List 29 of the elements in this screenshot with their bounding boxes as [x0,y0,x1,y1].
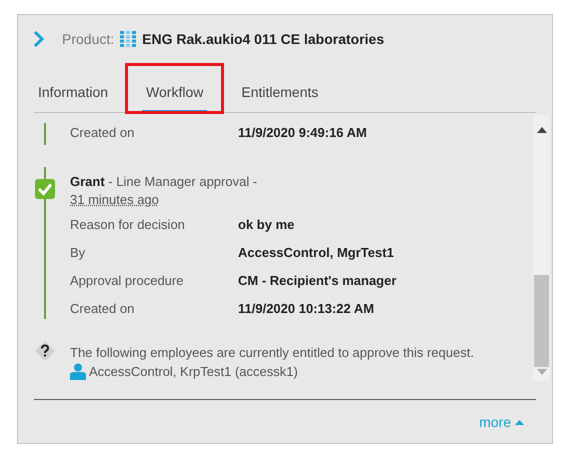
tab[interactable]: Workflow [142,75,208,113]
caret-up-icon [515,420,524,425]
field-value: AccessControl, MgrTest1 [238,244,394,262]
relative-time: 31 minutes ago [70,192,159,207]
help-icon [34,340,56,362]
tab[interactable]: Entitlements [237,75,322,113]
grid-icon [120,30,138,48]
field-value: 11/9/2020 9:49:16 AM [238,124,367,142]
scroll-thumb[interactable] [534,275,549,367]
field-label: Created on [70,124,136,142]
decision-summary: Grant - Line Manager approval - [70,173,258,191]
approver-name: AccessControl, KrpTest1 (accessk1) [89,363,298,381]
field-label: By [70,244,86,262]
scroll-down-icon[interactable] [536,369,546,375]
field-label: Created on [70,300,136,318]
product-title: ENG Rak.aukio4 011 CE laboratories [142,30,384,48]
person-icon [70,363,86,380]
header-label: Product: [62,30,114,48]
info-text: The following employees are currently entitled to approve this request. [70,344,475,362]
field-label: Approval procedure [70,272,184,290]
tab[interactable]: Information [34,75,112,113]
field-value: 11/9/2020 10:13:22 AM [238,300,374,318]
field-label: Reason for decision [70,216,186,234]
field-value: CM - Recipient's manager [238,272,396,290]
scrollbar[interactable] [533,115,550,381]
field-value: ok by me [238,216,294,234]
check-icon [35,179,55,199]
chevron-right-icon[interactable] [32,30,46,48]
scroll-up-icon[interactable] [536,127,546,133]
